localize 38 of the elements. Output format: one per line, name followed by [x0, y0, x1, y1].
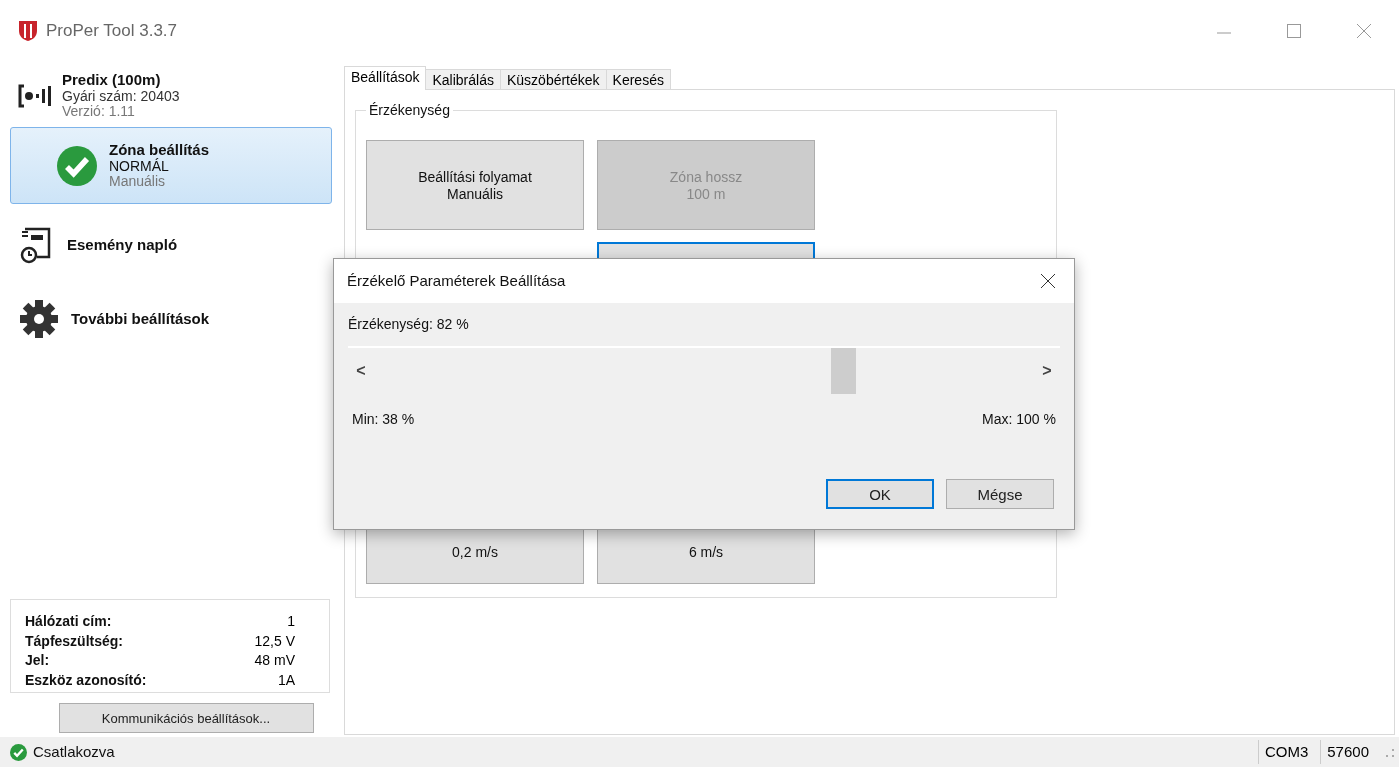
communication-settings-button[interactable]: Kommunikációs beállítások...: [58, 703, 314, 733]
device-name: Predix (100m): [62, 72, 162, 89]
tab[interactable]: Keresés: [605, 69, 671, 90]
info-value: 48 mV: [253, 653, 296, 669]
dialog-button[interactable]: OK: [826, 479, 934, 509]
sidebar-item[interactable]: Zóna beállítás NORMÁL Manuális: [10, 127, 332, 205]
zone-mode: Manuális: [109, 174, 167, 190]
info-label: Tápfeszültség:: [25, 633, 124, 650]
item-title: További beállítások: [71, 311, 210, 328]
tab[interactable]: Beállítások: [344, 66, 427, 90]
info-value: 12,5 V: [253, 633, 296, 650]
info-value: 1: [286, 614, 296, 630]
setting-button[interactable]: Beállítási folyamat Manuális: [366, 140, 584, 230]
item-title: Esemény napló: [67, 237, 178, 254]
info-value: 1A: [276, 672, 296, 688]
info-label: Eszköz azonosító:: [25, 672, 148, 688]
sidebar-item[interactable]: Esemény napló: [10, 210, 332, 281]
version-text: Verzió: 1.11: [62, 103, 136, 120]
connection-status: Csatlakozva: [33, 743, 115, 761]
group-title: Érzékenység: [368, 102, 451, 118]
window-title: ProPer Tool 3.3.7: [46, 21, 178, 41]
slider-right-button[interactable]: >: [1034, 362, 1060, 381]
zone-status: NORMÁL: [109, 158, 170, 175]
sidebar-item[interactable]: További beállítások: [10, 284, 332, 355]
tab[interactable]: Küszöbértékek: [499, 69, 607, 90]
dialog-button[interactable]: Mégse: [946, 479, 1054, 509]
serial-number: Gyári szám: 20403: [62, 88, 180, 104]
min-label: Min: 38 %: [352, 412, 415, 428]
port-text: COM3: [1257, 740, 1315, 764]
dialog-title: Érzékelő Paraméterek Beállítása: [347, 272, 566, 290]
baud-rate-text: 57600: [1320, 740, 1375, 764]
tab[interactable]: Kalibrálás: [425, 69, 501, 90]
slider-left-button[interactable]: <: [348, 362, 374, 381]
info-label: Jel:: [25, 653, 51, 669]
item-title: Zóna beállítás: [109, 142, 210, 159]
max-label: Max: 100 %: [982, 412, 1056, 428]
sensitivity-value: Érzékenység: 82 %: [348, 317, 470, 333]
info-label: Hálózati cím:: [25, 614, 113, 630]
